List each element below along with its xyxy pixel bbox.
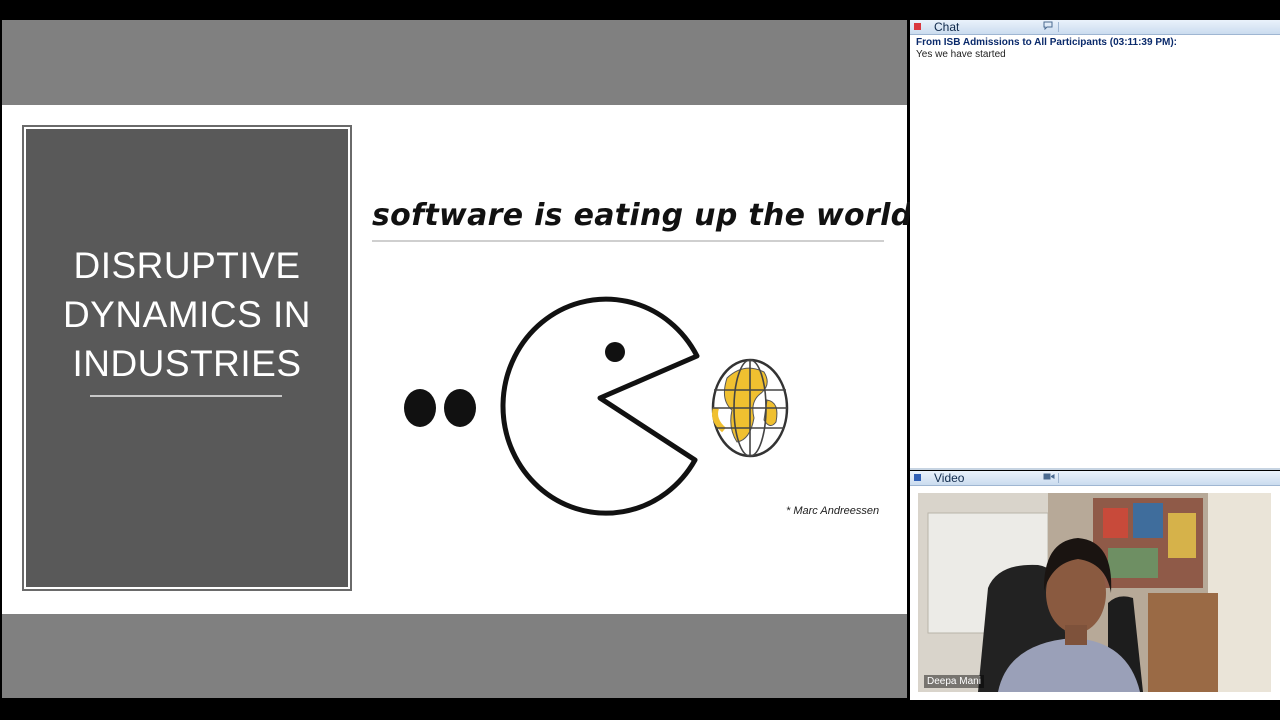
globe-icon bbox=[711, 358, 789, 458]
slide-headline: software is eating up the world* bbox=[372, 198, 929, 233]
chat-panel: Chat From ISB Admissions to All Particip… bbox=[910, 20, 1280, 470]
video-feed-image bbox=[918, 493, 1271, 692]
chat-bubble-icon[interactable] bbox=[1043, 21, 1053, 34]
presentation-slide: DISRUPTIVE DYNAMICS IN INDUSTRIES softwa… bbox=[2, 105, 928, 614]
shared-screen: DISRUPTIVE DYNAMICS IN INDUSTRIES softwa… bbox=[2, 20, 928, 698]
slide-title: DISRUPTIVE DYNAMICS IN INDUSTRIES bbox=[26, 241, 348, 388]
chat-panel-header[interactable]: Chat bbox=[910, 20, 1280, 35]
header-divider bbox=[1058, 473, 1059, 483]
pacman-eye-icon bbox=[605, 342, 625, 362]
pellet-icon bbox=[404, 389, 436, 427]
quote-attribution: * Marc Andreessen bbox=[786, 505, 880, 517]
title-underline bbox=[90, 395, 282, 397]
video-panel: Video Deepa Mani bbox=[910, 471, 1280, 700]
pellet-icon bbox=[444, 389, 476, 427]
video-panel-header[interactable]: Video bbox=[910, 471, 1280, 486]
headline-underline bbox=[372, 240, 884, 242]
chat-message: From ISB Admissions to All Participants … bbox=[916, 37, 1274, 60]
slide-title-line: INDUSTRIES bbox=[72, 343, 302, 384]
chat-message-sender: From ISB Admissions to All Participants … bbox=[916, 37, 1177, 48]
panel-splitter[interactable] bbox=[910, 468, 1280, 470]
camera-icon[interactable] bbox=[1043, 472, 1055, 485]
video-status-icon bbox=[914, 474, 921, 481]
pacman-illustration bbox=[404, 296, 789, 516]
pacman-icon bbox=[500, 296, 700, 516]
chat-message-list[interactable]: From ISB Admissions to All Participants … bbox=[910, 35, 1280, 62]
header-divider bbox=[1058, 22, 1059, 32]
participant-video[interactable]: Deepa Mani bbox=[918, 493, 1271, 692]
slide-title-panel: DISRUPTIVE DYNAMICS IN INDUSTRIES bbox=[22, 125, 352, 591]
chat-panel-title: Chat bbox=[934, 20, 960, 34]
participant-name-label: Deepa Mani bbox=[924, 675, 984, 688]
bottom-letterbox bbox=[2, 614, 907, 698]
top-letterbox bbox=[2, 20, 907, 105]
video-panel-title: Video bbox=[934, 471, 965, 485]
slide-title-line: DISRUPTIVE bbox=[73, 245, 301, 286]
slide-title-line: DYNAMICS IN bbox=[62, 294, 312, 335]
chat-message-text: Yes we have started bbox=[916, 49, 1006, 60]
chat-status-icon bbox=[914, 23, 921, 30]
